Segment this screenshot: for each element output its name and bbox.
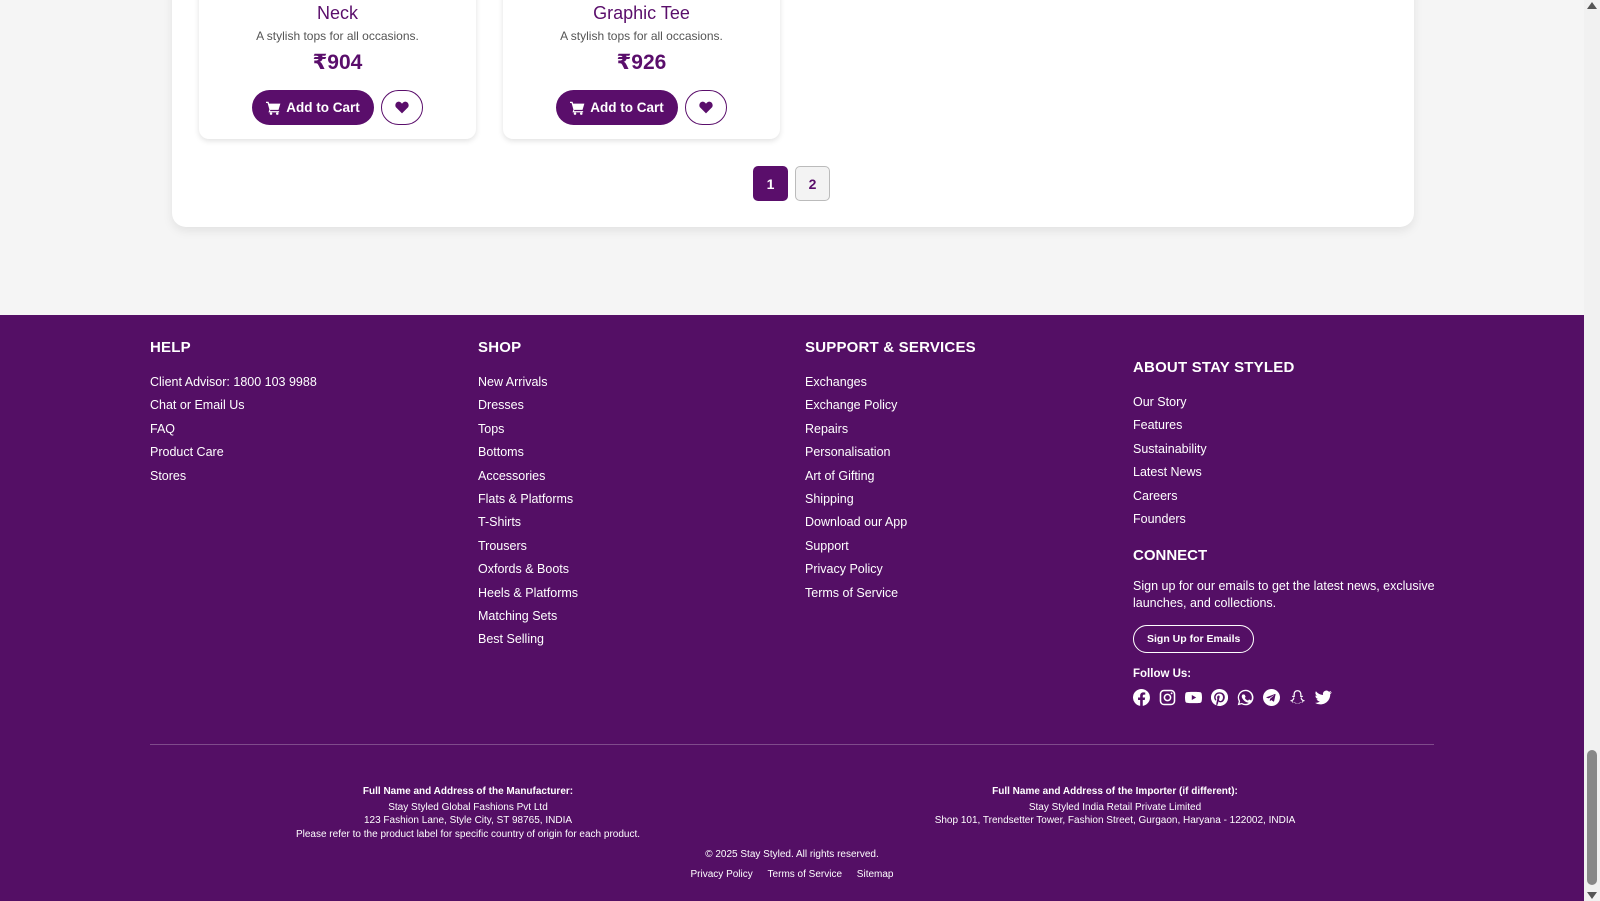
footer-link[interactable]: Flats & Platforms <box>478 488 578 511</box>
whatsapp-icon[interactable] <box>1237 689 1254 706</box>
heart-icon <box>699 101 713 114</box>
footer-connect-section: CONNECT Sign up for our emails to get th… <box>1133 547 1443 706</box>
footer-link[interactable]: Exchanges <box>805 371 976 394</box>
footer-link[interactable]: Latest News <box>1133 461 1294 484</box>
footer-help-heading: HELP <box>150 339 191 356</box>
facebook-icon[interactable] <box>1133 689 1150 706</box>
product-card[interactable]: Neck A stylish tops for all occasions. ₹… <box>199 0 476 139</box>
wishlist-button[interactable] <box>380 90 423 125</box>
sign-up-emails-button[interactable]: Sign Up for Emails <box>1133 625 1255 653</box>
copyright-text: © 2025 Stay Styled. All rights reserved. <box>705 849 879 860</box>
youtube-icon[interactable] <box>1185 689 1202 706</box>
footer-link[interactable]: Trousers <box>478 535 578 558</box>
importer-label: Full Name and Address of the Importer (i… <box>992 786 1238 797</box>
footer-link[interactable]: Personalisation <box>805 441 976 464</box>
footer-link[interactable]: Tops <box>478 418 578 441</box>
footer-link[interactable]: Terms of Service <box>805 582 976 605</box>
social-links <box>1133 689 1443 706</box>
footer-link[interactable]: Privacy Policy <box>805 558 976 581</box>
footer-link[interactable]: Repairs <box>805 418 976 441</box>
footer-support-heading: SUPPORT & SERVICES <box>805 339 976 356</box>
footer-link[interactable]: Oxfords & Boots <box>478 558 578 581</box>
footer-link[interactable]: Dresses <box>478 394 578 417</box>
telegram-icon[interactable] <box>1263 689 1280 706</box>
footer-link[interactable]: Bottoms <box>478 441 578 464</box>
footer-link[interactable]: Stores <box>150 465 317 488</box>
importer-name: Stay Styled India Retail Private Limited <box>1028 801 1202 813</box>
add-to-cart-label: Add to Cart <box>286 100 360 115</box>
footer-link[interactable]: FAQ <box>150 418 317 441</box>
instagram-icon[interactable] <box>1159 689 1176 706</box>
page-1-button[interactable]: 1 <box>753 166 788 201</box>
product-price: ₹926 <box>616 51 667 74</box>
footer-link[interactable]: Chat or Email Us <box>150 394 317 417</box>
footer-link[interactable]: Our Story <box>1133 391 1294 414</box>
terms-of-service-link[interactable]: Terms of Service <box>768 869 842 880</box>
vertical-scrollbar[interactable] <box>1584 0 1600 901</box>
footer-shop-heading: SHOP <box>478 339 522 356</box>
pagination: 1 2 <box>753 166 830 201</box>
add-to-cart-button[interactable]: Add to Cart <box>556 90 678 125</box>
footer-help-column: HELP Client Advisor: 1800 103 9988 Chat … <box>150 339 317 488</box>
footer-shop-column: SHOP New Arrivals Dresses Tops Bottoms A… <box>478 339 578 652</box>
add-to-cart-button[interactable]: Add to Cart <box>252 90 374 125</box>
footer-link[interactable]: Matching Sets <box>478 605 578 628</box>
footer-link[interactable]: Exchange Policy <box>805 394 976 417</box>
footer-link[interactable]: Sustainability <box>1133 438 1294 461</box>
footer-bottom-links: Privacy Policy Terms of Service Sitemap <box>0 869 1584 880</box>
footer-link[interactable]: Download our App <box>805 511 976 534</box>
footer-link[interactable]: Careers <box>1133 485 1294 508</box>
product-description: A stylish tops for all occasions. <box>560 29 723 43</box>
cart-icon <box>570 101 585 115</box>
footer-link[interactable]: Product Care <box>150 441 317 464</box>
footer-link[interactable]: Shipping <box>805 488 976 511</box>
footer-link[interactable]: Art of Gifting <box>805 465 976 488</box>
footer-divider <box>150 744 1434 745</box>
footer-link[interactable]: Support <box>805 535 976 558</box>
page-2-button[interactable]: 2 <box>795 166 830 201</box>
heart-icon <box>395 101 409 114</box>
follow-us-label: Follow Us: <box>1133 668 1192 680</box>
manufacturer-address: 123 Fashion Lane, Style City, ST 98765, … <box>363 815 573 827</box>
footer-link[interactable]: Client Advisor: 1800 103 9988 <box>150 371 317 394</box>
manufacturer-info: Full Name and Address of the Manufacture… <box>268 785 668 841</box>
pinterest-icon[interactable] <box>1211 689 1228 706</box>
privacy-policy-link[interactable]: Privacy Policy <box>691 869 753 880</box>
footer-link[interactable]: Accessories <box>478 465 578 488</box>
scroll-up-arrow-icon[interactable] <box>1587 2 1597 9</box>
cart-icon <box>266 101 281 115</box>
importer-address: Shop 101, Trendsetter Tower, Fashion Str… <box>934 815 1296 827</box>
scroll-down-arrow-icon[interactable] <box>1587 892 1597 899</box>
twitter-icon[interactable] <box>1315 689 1332 706</box>
footer-link[interactable]: New Arrivals <box>478 371 578 394</box>
footer-link[interactable]: Founders <box>1133 508 1294 531</box>
footer-link[interactable]: Heels & Platforms <box>478 582 578 605</box>
footer-connect-heading: CONNECT <box>1133 547 1208 564</box>
footer-connect-text: Sign up for our emails to get the latest… <box>1133 579 1435 610</box>
site-footer: HELP Client Advisor: 1800 103 9988 Chat … <box>0 315 1584 901</box>
manufacturer-note: Please refer to the product label for sp… <box>295 828 641 840</box>
footer-link[interactable]: Features <box>1133 414 1294 437</box>
product-title[interactable]: Neck <box>199 3 476 24</box>
scrollbar-thumb[interactable] <box>1587 750 1597 885</box>
manufacturer-label: Full Name and Address of the Manufacture… <box>362 786 574 797</box>
manufacturer-name: Stay Styled Global Fashions Pvt Ltd <box>388 801 548 813</box>
product-price: ₹904 <box>312 51 363 74</box>
wishlist-button[interactable] <box>684 90 727 125</box>
importer-info: Full Name and Address of the Importer (i… <box>915 785 1315 828</box>
sitemap-link[interactable]: Sitemap <box>857 869 894 880</box>
footer-link[interactable]: Best Selling <box>478 628 578 651</box>
add-to-cart-label: Add to Cart <box>590 100 664 115</box>
product-title[interactable]: Graphic Tee <box>503 3 780 24</box>
snapchat-icon[interactable] <box>1289 689 1306 706</box>
footer-support-column: SUPPORT & SERVICES Exchanges Exchange Po… <box>805 339 976 605</box>
footer-about-heading: ABOUT STAY STYLED <box>1133 359 1295 376</box>
product-card[interactable]: Graphic Tee A stylish tops for all occas… <box>503 0 780 139</box>
footer-link[interactable]: T-Shirts <box>478 511 578 534</box>
product-description: A stylish tops for all occasions. <box>256 29 419 43</box>
footer-about-column: ABOUT STAY STYLED Our Story Features Sus… <box>1133 359 1294 531</box>
